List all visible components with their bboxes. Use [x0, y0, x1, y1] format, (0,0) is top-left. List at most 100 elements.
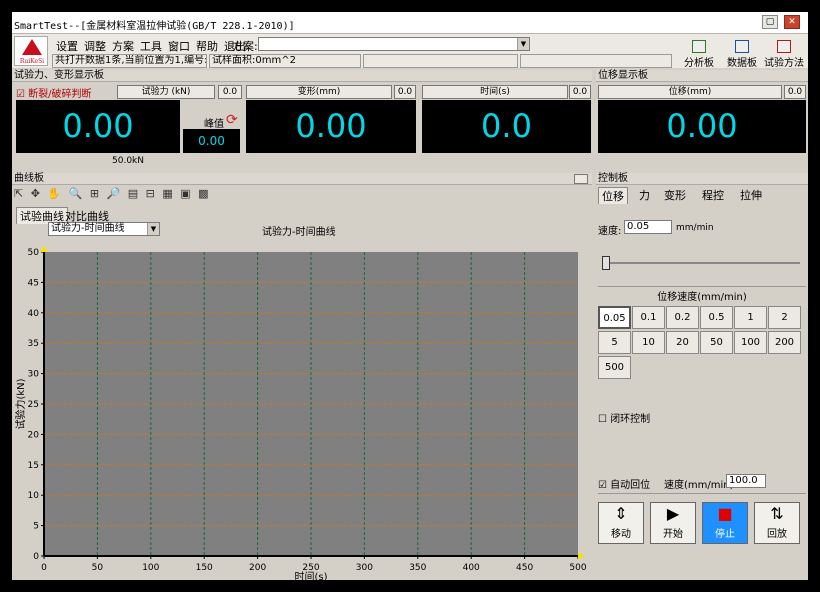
speed-option-5[interactable]: 2 — [768, 306, 801, 329]
control-button-label: 开始 — [663, 529, 683, 540]
control-button-2[interactable]: ■ 停止 — [702, 502, 748, 544]
speed-option-10[interactable]: 100 — [734, 331, 767, 354]
speed-option-7[interactable]: 10 — [632, 331, 665, 354]
x-tick-label: 200 — [249, 563, 266, 573]
return-speed-input[interactable]: 100.0 — [726, 474, 766, 488]
time-display: 0.0 — [422, 100, 591, 153]
disp-sub: 0.0 — [784, 85, 806, 99]
move-icon: ⇕ — [614, 504, 628, 523]
disp-section-header: 位移显示板 — [596, 70, 808, 82]
control-tab-4[interactable]: 拉伸 — [737, 187, 765, 203]
speed-slider-thumb[interactable] — [602, 256, 610, 270]
status-records: 共打开数据1条,当前位置为1,编号:/ — [52, 54, 207, 68]
y-tick-label: 20 — [28, 430, 40, 440]
x-axis-label: 时间(s) — [294, 570, 327, 580]
disp-panel: 位移(mm) 0.0 0.00 — [596, 83, 808, 169]
refresh-icon[interactable]: ⟳ — [226, 112, 238, 128]
menu-bar: RuiKeSi 设置 调整 方案 工具 窗口 帮助 退出 方案: ▼ 共打开数据1条,当前位… — [12, 34, 808, 69]
control-tab-1[interactable]: 力 — [636, 187, 653, 203]
play-icon: ▶ — [666, 504, 680, 523]
status-empty-2 — [520, 54, 672, 68]
control-button-label: 停止 — [715, 529, 735, 540]
chart-toolbar[interactable]: ⇱ ✥ ✋ 🔍 ⊞ 🔎 ▤ ⊟ ▦ ▣ ▩ — [14, 187, 211, 203]
y-axis-label: 试验力(kN) — [14, 378, 27, 429]
disp-display: 0.00 — [598, 100, 806, 153]
window-title: SmartTest--[金属材料室温拉伸试验(GB/T 228.1-2010)] — [14, 21, 295, 32]
y-tick-label: 25 — [28, 400, 39, 410]
y-tick-label: 0 — [33, 552, 39, 562]
force-sub: 0.0 — [218, 85, 242, 99]
status-area: 试样面积:0mm^2 — [209, 54, 361, 68]
menu-item-3[interactable]: 工具 — [140, 38, 162, 54]
speed-input[interactable]: 0.05 — [624, 220, 672, 234]
speed-option-11[interactable]: 200 — [768, 331, 801, 354]
speed-option-4[interactable]: 1 — [734, 306, 767, 329]
deform-label: 变形(mm) — [246, 85, 392, 99]
peak-display: 0.00 — [183, 129, 240, 153]
control-tab-2[interactable]: 变形 — [661, 187, 689, 203]
stop-icon: ■ — [717, 504, 733, 523]
y-tick-label: 50 — [28, 248, 40, 258]
y-tick-label: 35 — [28, 339, 39, 349]
x-tick-label: 300 — [356, 563, 373, 573]
x-tick-label: 500 — [569, 563, 586, 573]
menu-item-4[interactable]: 窗口 — [168, 38, 190, 54]
control-tab-3[interactable]: 程控 — [699, 187, 727, 203]
x-tick-label: 150 — [196, 563, 213, 573]
break-check[interactable]: ☑ 断裂/破碎判断 — [16, 85, 92, 100]
force-time-chart: 051015202530354045500 50 100 150 200 250 300 35… — [14, 245, 587, 580]
menu-item-2[interactable]: 方案 — [112, 38, 134, 54]
speed-option-9[interactable]: 50 — [700, 331, 733, 354]
menu-item-1[interactable]: 调整 — [84, 38, 106, 54]
control-button-label: 移动 — [611, 529, 631, 540]
control-button-3[interactable]: ⇅ 回放 — [754, 502, 800, 544]
speed-option-12[interactable]: 500 — [598, 356, 631, 379]
x-tick-label: 50 — [92, 563, 104, 573]
force-range: 50.0kN — [112, 156, 144, 166]
x-tick-label: 350 — [409, 563, 426, 573]
test-method-button[interactable]: 试验方法 — [762, 34, 806, 69]
app-window: SmartTest--[金属材料室温拉伸试验(GB/T 228.1-2010)]… — [12, 12, 808, 580]
speed-option-8[interactable]: 20 — [666, 331, 699, 354]
status-empty-1 — [363, 54, 518, 68]
control-tab-0[interactable]: 位移 — [598, 187, 628, 204]
speed-option-1[interactable]: 0.1 — [632, 306, 665, 329]
menu-item-5[interactable]: 帮助 — [196, 38, 218, 54]
speed-slider-track[interactable] — [602, 262, 800, 264]
speed-option-2[interactable]: 0.2 — [666, 306, 699, 329]
scheme-select[interactable]: ▼ — [258, 37, 530, 51]
force-display: 0.00 — [16, 100, 180, 153]
control-button-0[interactable]: ⇕ 移动 — [598, 502, 644, 544]
closed-loop-check[interactable]: ☐ 闭环控制 — [598, 410, 650, 425]
replay-icon: ⇅ — [770, 504, 784, 523]
analysis-board-button[interactable]: 分析板 — [677, 34, 721, 69]
disp-label: 位移(mm) — [598, 85, 782, 99]
speed-unit: mm/min — [676, 223, 714, 233]
control-button-1[interactable]: ▶ 开始 — [650, 502, 696, 544]
menu-item-0[interactable]: 设置 — [56, 38, 78, 54]
x-tick-label: 450 — [516, 563, 533, 573]
maximize-button[interactable]: ▢ — [762, 15, 778, 29]
deform-display: 0.00 — [246, 100, 416, 153]
force-panel: ☑ 断裂/破碎判断 试验力 (kN) 0.0 0.00 峰值 ⟳ 0.00 50… — [12, 83, 592, 169]
method-icon — [777, 40, 791, 53]
close-button[interactable]: ✕ — [784, 15, 800, 29]
data-icon — [735, 40, 749, 53]
y-tick-label: 10 — [28, 491, 40, 501]
speed-option-6[interactable]: 5 — [598, 331, 631, 354]
control-button-label: 回放 — [767, 529, 787, 540]
curve-restore-button[interactable] — [574, 174, 588, 184]
y-tick-label: 45 — [28, 278, 39, 288]
speed-option-3[interactable]: 0.5 — [700, 306, 733, 329]
curve-section-header: 曲线板 — [12, 173, 592, 185]
brand-logo: RuiKeSi — [14, 36, 48, 66]
y-tick-label: 30 — [28, 370, 40, 380]
data-board-button[interactable]: 数据板 — [720, 34, 764, 69]
analysis-icon — [692, 40, 706, 53]
time-sub: 0.0 — [569, 85, 591, 99]
auto-return-check[interactable]: ☑ 自动回位 — [598, 476, 650, 491]
speed-label: 速度: — [598, 226, 622, 237]
speed-option-0[interactable]: 0.05 — [598, 306, 631, 329]
x-tick-label: 400 — [463, 563, 480, 573]
x-axis-marker — [578, 552, 585, 560]
